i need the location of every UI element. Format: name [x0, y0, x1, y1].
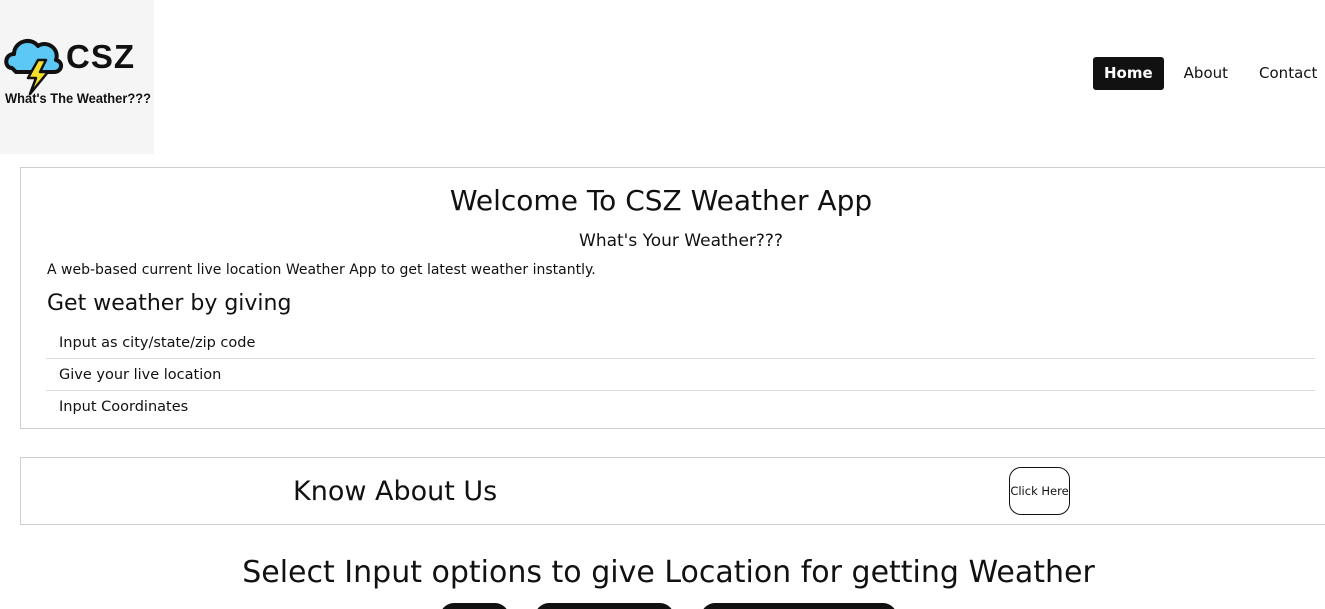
click-here-button[interactable]: Click Here: [1009, 467, 1070, 515]
input-option-button[interactable]: [535, 603, 674, 609]
nav-contact[interactable]: Contact: [1248, 57, 1325, 90]
welcome-title: Welcome To CSZ Weather App: [449, 184, 873, 217]
nav-home[interactable]: Home: [1093, 57, 1164, 90]
page: CSZ What's The Weather??? Home About Con…: [0, 0, 1325, 609]
welcome-description: A web-based current live location Weathe…: [47, 262, 596, 278]
cloud-lightning-icon: [4, 38, 63, 96]
logo-tagline: What's The Weather???: [5, 90, 151, 106]
about-card: [20, 457, 1325, 525]
about-title: Know About Us: [293, 476, 498, 507]
welcome-subtitle: What's Your Weather???: [579, 231, 783, 251]
main-nav: Home About Contact: [1093, 57, 1325, 90]
nav-about[interactable]: About: [1173, 57, 1239, 90]
logo-brand: CSZ: [66, 38, 135, 75]
logo[interactable]: CSZ What's The Weather???: [0, 0, 154, 154]
option-coordinates: Input Coordinates: [59, 399, 189, 415]
input-option-button[interactable]: [701, 603, 897, 609]
option-live-location: Give your live location: [46, 359, 1315, 391]
options-list: Input as city/state/zip code Give your l…: [46, 327, 1315, 423]
option-city-state-zip: Input as city/state/zip code: [46, 327, 1315, 359]
options-heading: Get weather by giving: [47, 291, 292, 316]
input-option-button[interactable]: [440, 603, 509, 609]
select-input-heading: Select Input options to give Location fo…: [242, 555, 1095, 590]
